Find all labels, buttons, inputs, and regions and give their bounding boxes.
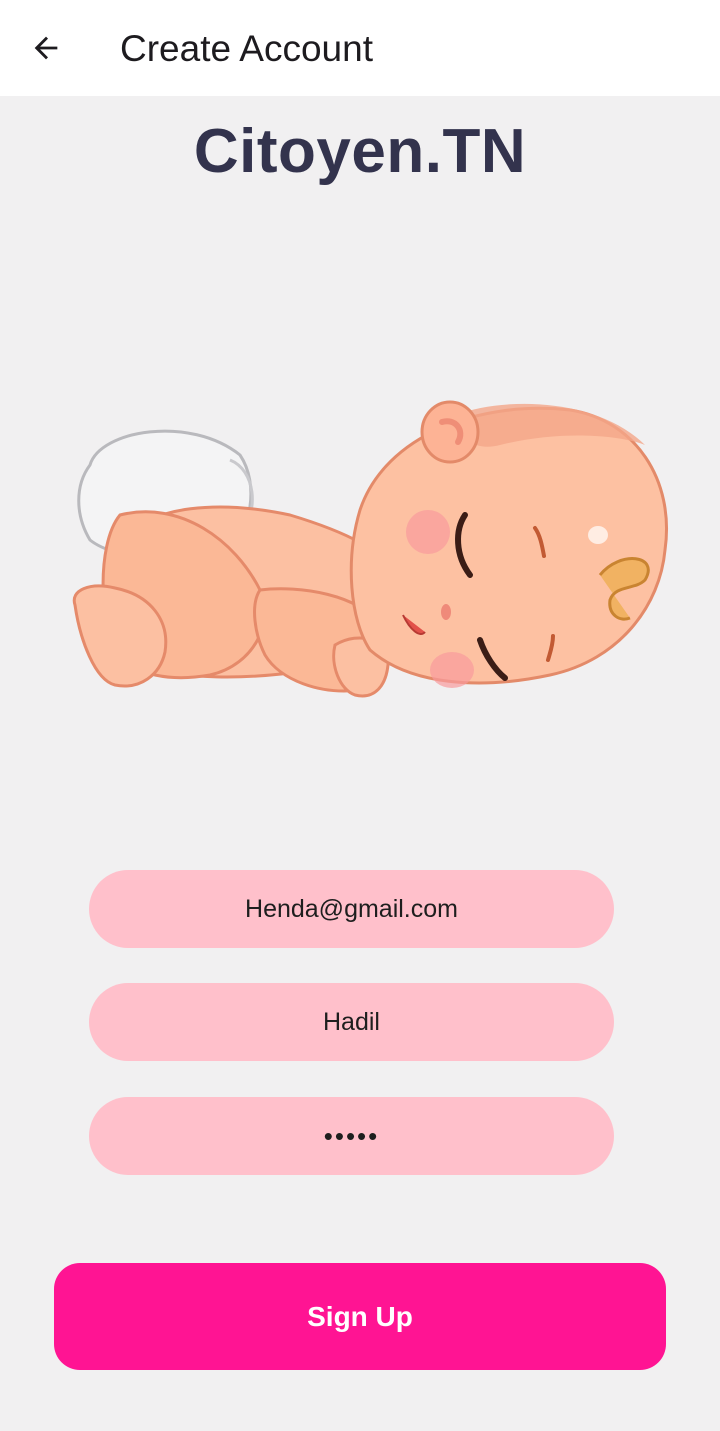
brand-title: Citoyen.TN: [193, 117, 527, 186]
page-title: Create Account: [120, 28, 373, 69]
arrow-left-icon: [34, 36, 58, 60]
name-field[interactable]: [89, 983, 614, 1061]
password-field[interactable]: [89, 1097, 614, 1175]
back-button[interactable]: [20, 22, 72, 74]
sleeping-baby-illustration: [72, 400, 668, 698]
email-field[interactable]: [89, 870, 614, 948]
app-bar: Create Account: [0, 0, 720, 96]
sign-up-button[interactable]: Sign Up: [54, 1263, 666, 1370]
